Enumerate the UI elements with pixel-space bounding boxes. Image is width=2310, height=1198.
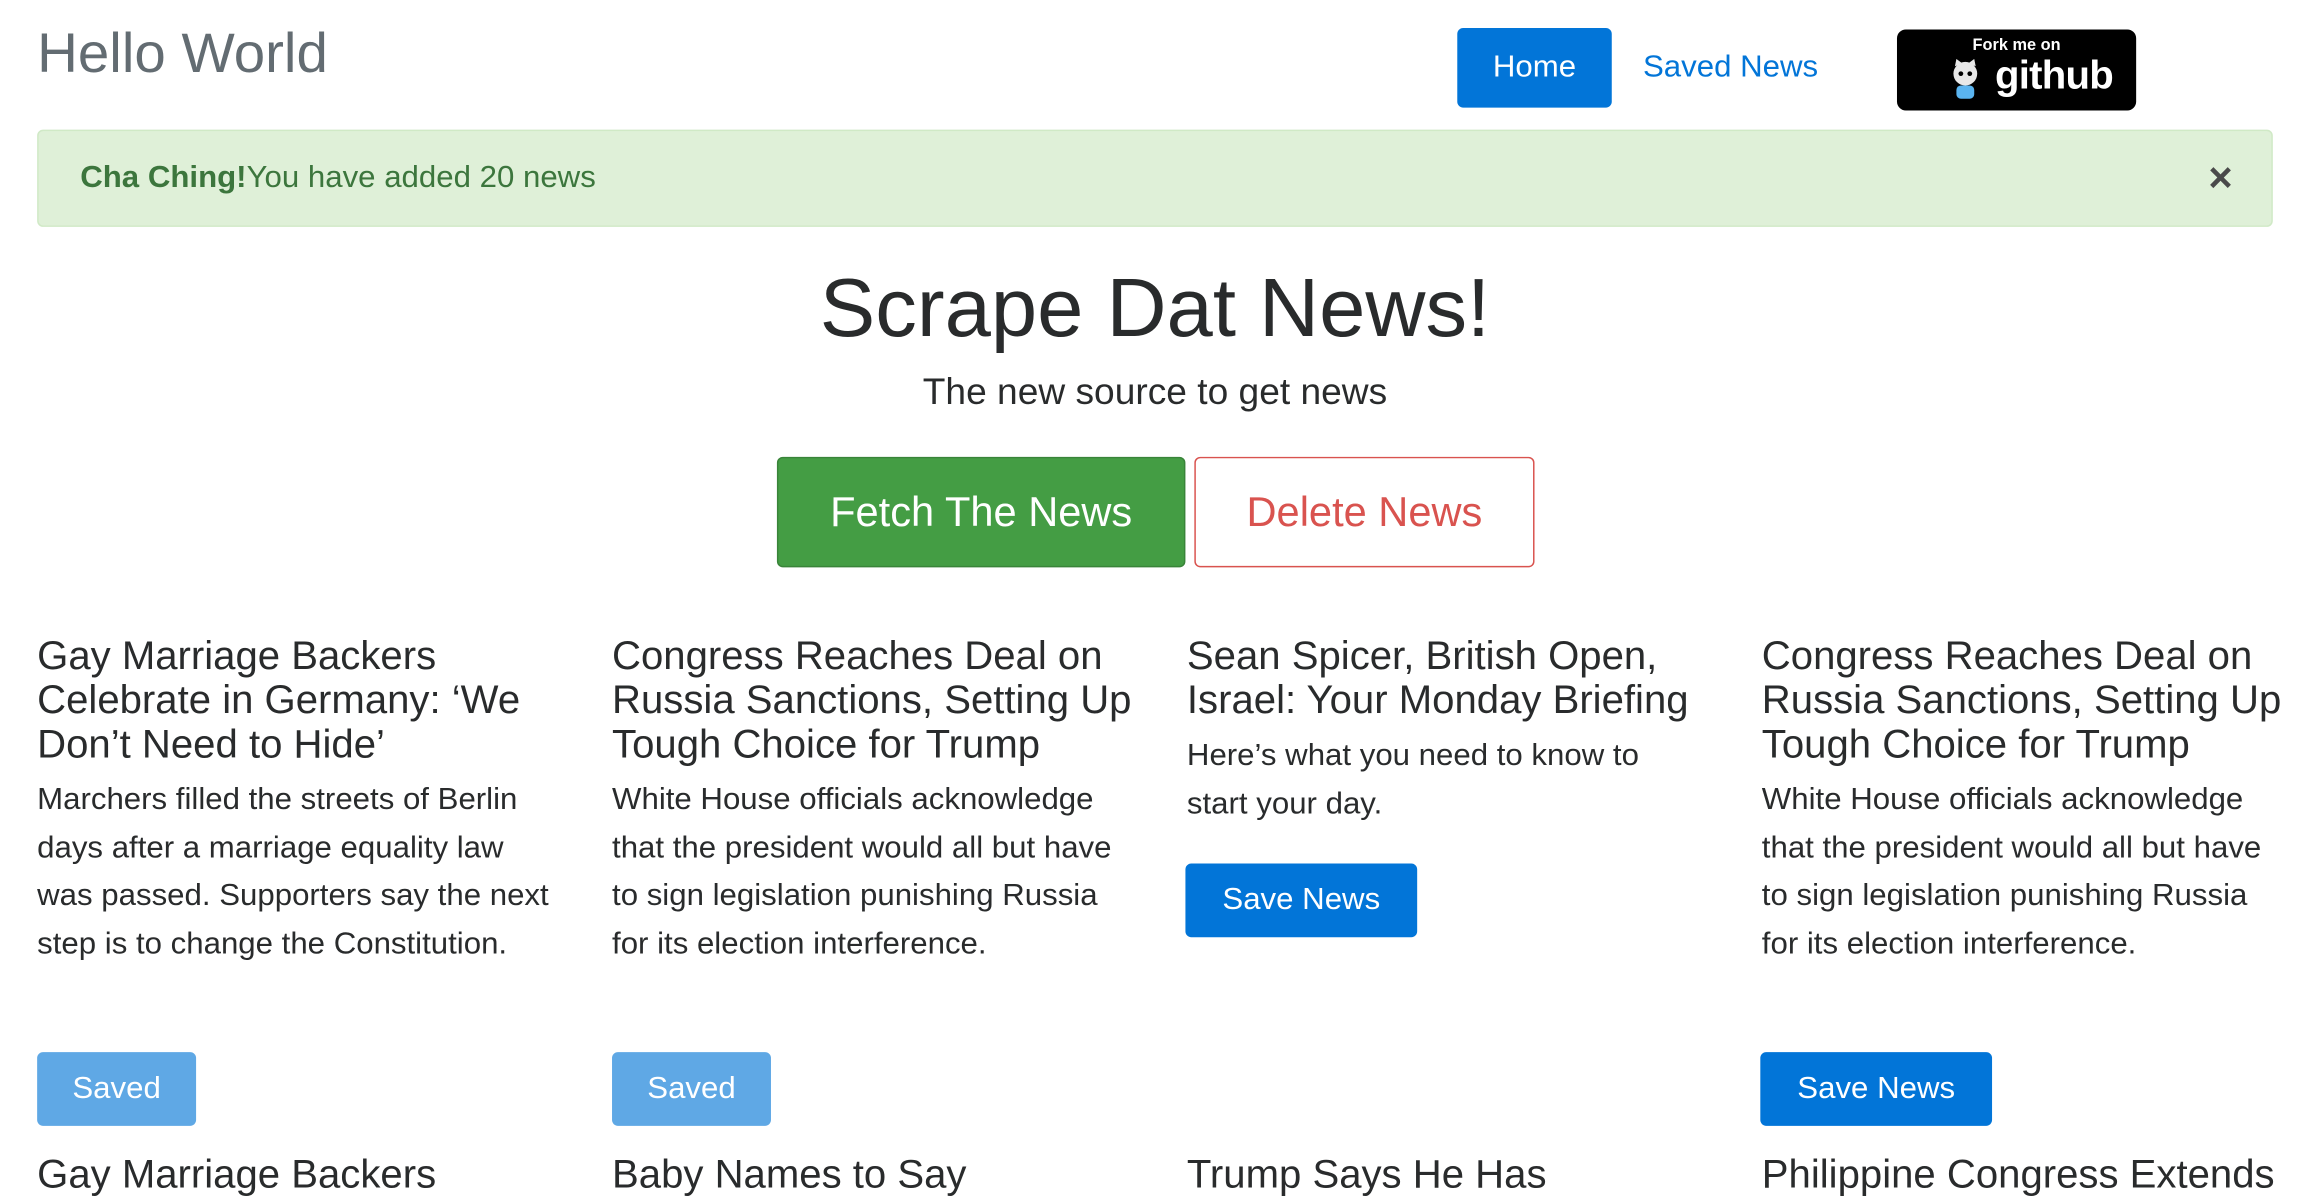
- success-alert: Cha Ching! You have added 20 news ×: [37, 129, 2273, 227]
- delete-news-button[interactable]: Delete News: [1194, 456, 1535, 568]
- article-summary: White House officials acknowledge that t…: [612, 782, 1112, 961]
- article-title: Congress Reaches Deal on Russia Sanction…: [1761, 633, 2282, 767]
- next-article-title: Trump Says He Has: [1186, 1152, 1547, 1197]
- article-card: Gay Marriage Backers Celebrate in German…: [37, 634, 557, 969]
- save-news-button[interactable]: Save News: [1760, 1052, 1993, 1126]
- fetch-news-button[interactable]: Fetch The News: [776, 456, 1186, 568]
- page-subtitle: The new source to get news: [922, 371, 1388, 413]
- article-title: Sean Spicer, British Open, Israel: Your …: [1186, 633, 1689, 723]
- next-article-title: Gay Marriage Backers: [37, 1152, 437, 1197]
- page-title: Scrape Dat News!: [819, 260, 1491, 354]
- navbar-brand[interactable]: Hello World: [37, 24, 328, 87]
- article-title: Gay Marriage Backers Celebrate in German…: [37, 633, 521, 767]
- next-article-title: Baby Names to Say: [612, 1152, 967, 1197]
- article-summary: White House officials acknowledge that t…: [1761, 782, 2262, 961]
- nav-home-button[interactable]: Home: [1457, 27, 1612, 108]
- close-icon[interactable]: ×: [2208, 157, 2232, 199]
- github-fork-badge[interactable]: Fork me on github: [1896, 29, 2137, 111]
- save-news-button[interactable]: Save News: [1185, 863, 1418, 938]
- article-summary: Here’s what you need to know to start yo…: [1186, 738, 1639, 821]
- saved-button[interactable]: Saved: [612, 1052, 771, 1126]
- github-badge-line1: Fork me on: [1972, 36, 2061, 55]
- article-title: Congress Reaches Deal on Russia Sanction…: [612, 633, 1132, 767]
- article-card: Congress Reaches Deal on Russia Sanction…: [1762, 634, 2282, 969]
- article-summary: Marchers filled the streets of Berlin da…: [37, 782, 549, 961]
- github-badge-line2: github: [1995, 53, 2114, 98]
- article-card: Sean Spicer, British Open, Israel: Your …: [1187, 634, 1707, 829]
- article-card: Congress Reaches Deal on Russia Sanction…: [612, 634, 1132, 969]
- page: Hello World Home Saved News Fork me on g…: [0, 0, 2310, 1197]
- octocat-icon: [1953, 58, 1978, 99]
- saved-button[interactable]: Saved: [37, 1052, 197, 1126]
- alert-message: You have added 20 news: [246, 160, 596, 195]
- alert-strong-text: Cha Ching!: [80, 160, 247, 195]
- nav-saved-news-link[interactable]: Saved News: [1643, 28, 1818, 108]
- next-article-title: Philippine Congress Extends: [1761, 1152, 2275, 1197]
